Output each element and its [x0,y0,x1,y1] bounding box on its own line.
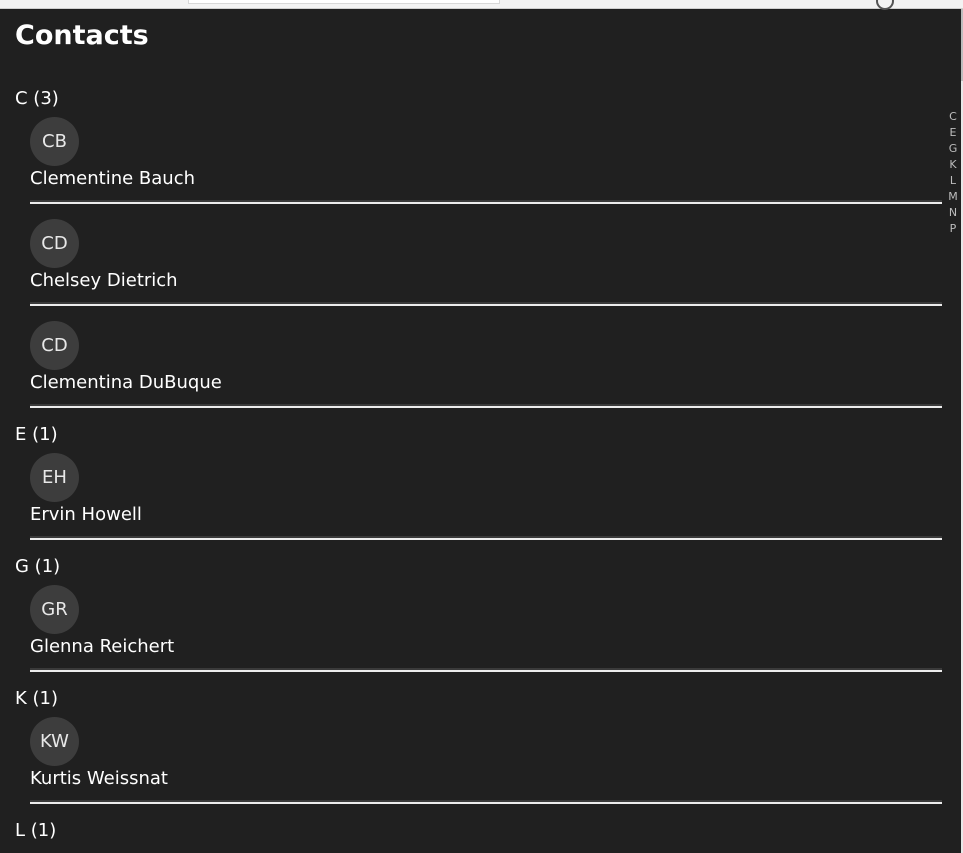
contact-name: Kurtis Weissnat [30,768,168,789]
group-header-l: L (1) [15,820,57,841]
avatar: CD [30,321,79,370]
contacts-list: C (3) CB Clementine Bauch CD Chelsey Die… [0,84,961,846]
contacts-page: Contacts C (3) CB Clementine Bauch CD Ch… [0,9,961,853]
divider [30,536,942,540]
contact-name: Clementine Bauch [30,168,196,189]
divider [30,668,942,672]
avatar: EH [30,453,79,502]
contact-item[interactable]: KW Kurtis Weissnat [30,714,942,816]
page-title: Contacts [15,20,149,51]
jump-letter-c[interactable]: C [946,109,960,125]
avatar: KW [30,717,79,766]
jump-letter-k[interactable]: K [946,157,960,173]
jump-letter-p[interactable]: P [946,221,960,237]
group-header-e: E (1) [15,424,58,445]
avatar: CB [30,117,79,166]
contact-item[interactable]: CD Chelsey Dietrich [30,216,942,318]
alphabet-jump-index: C E G K L M N P [946,109,960,237]
group-header-k: K (1) [15,688,59,709]
jump-letter-g[interactable]: G [946,141,960,157]
search-box-edge[interactable] [188,0,500,4]
contact-name: Chelsey Dietrich [30,270,178,291]
contact-name: Clementina DuBuque [30,372,222,393]
contact-item[interactable]: CD Clementina DuBuque [30,318,942,420]
contact-name: Ervin Howell [30,504,142,525]
avatar: GR [30,585,79,634]
divider [30,200,942,204]
jump-letter-n[interactable]: N [946,205,960,221]
contact-item[interactable]: EH Ervin Howell [30,450,942,552]
divider [30,302,942,306]
top-toolbar-edge [0,0,963,10]
jump-letter-m[interactable]: M [946,189,960,205]
jump-letter-l[interactable]: L [946,173,960,189]
group-header-g: G (1) [15,556,61,577]
avatar: CD [30,219,79,268]
contact-item[interactable]: CB Clementine Bauch [30,114,942,216]
divider [30,800,942,804]
contact-name: Glenna Reichert [30,636,175,657]
divider [30,404,942,408]
contact-item[interactable]: GR Glenna Reichert [30,582,942,684]
group-header-c: C (3) [15,88,59,109]
jump-letter-e[interactable]: E [946,125,960,141]
